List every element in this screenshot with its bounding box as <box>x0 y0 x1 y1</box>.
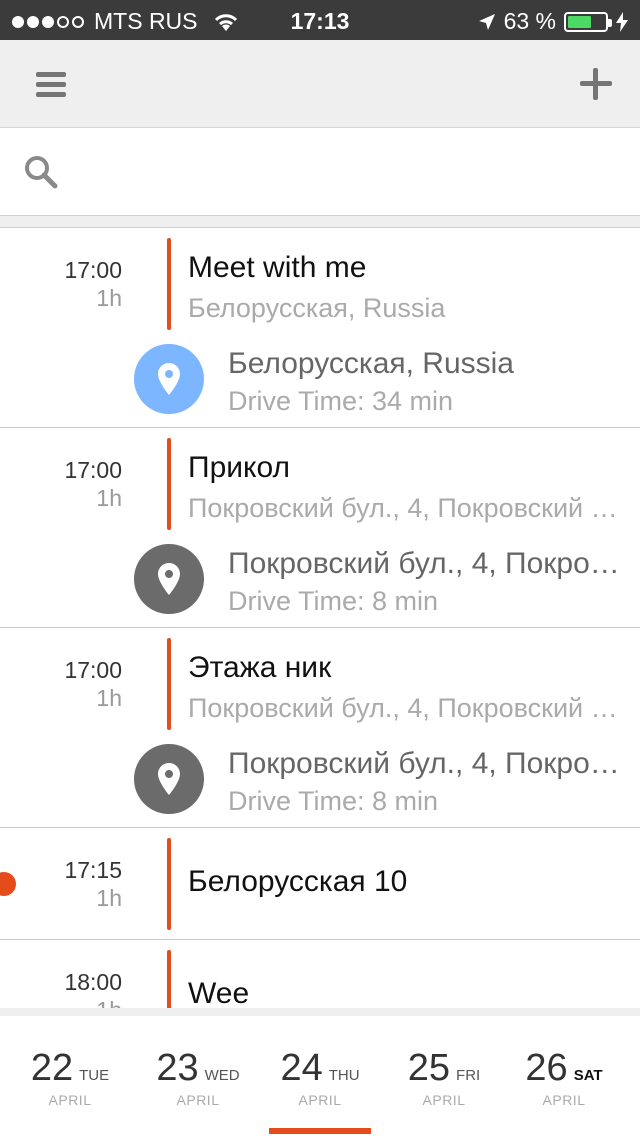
event-title: Прикол <box>188 451 290 484</box>
day-month: APRIL <box>422 1092 466 1108</box>
day-weekday: TUE <box>79 1067 110 1084</box>
day-weekday: SAT <box>573 1067 603 1084</box>
battery-icon <box>564 11 612 32</box>
day-number: 22 <box>30 1047 74 1089</box>
event-title: Meet with me <box>188 251 367 284</box>
drive-time: Drive Time: 8 min <box>228 586 439 616</box>
event-item[interactable]: 17:00 1h Meet with me Белорусская, Russi… <box>0 228 640 428</box>
charging-bolt-icon <box>616 11 628 32</box>
location-arrow-icon <box>478 13 495 30</box>
day-tab-24[interactable]: 24 THU APRIL <box>256 1046 384 1108</box>
event-color-bar <box>167 638 171 730</box>
selected-day-indicator <box>269 1128 371 1134</box>
location-name: Белорусская, Russia <box>228 347 514 380</box>
event-duration: 1h <box>96 485 122 511</box>
status-bar: MTS RUS 17:13 63 % <box>0 0 640 40</box>
day-tab-22[interactable]: 22 TUE APRIL <box>6 1046 134 1108</box>
day-weekday: WED <box>204 1067 240 1084</box>
location-pin-button[interactable] <box>134 344 204 414</box>
event-time: 17:00 <box>64 657 122 683</box>
event-color-bar <box>167 838 171 930</box>
day-number: 24 <box>280 1047 323 1089</box>
event-item[interactable]: 17:00 1h Прикол Покровский бул., 4, Покр… <box>0 428 640 628</box>
event-color-bar <box>167 950 171 1008</box>
event-time: 17:00 <box>64 257 122 283</box>
day-tab-23[interactable]: 23 WED APRIL <box>134 1046 262 1108</box>
date-selector: 22 TUE APRIL 23 WED APRIL 24 THU APRIL 2… <box>0 1008 640 1136</box>
event-time: 18:00 <box>64 969 122 995</box>
event-location: Покровский бул., 4, Покровский бул., 4 <box>188 693 628 723</box>
day-month: APRIL <box>542 1092 586 1108</box>
day-weekday: THU <box>328 1067 360 1084</box>
day-weekday: FRI <box>456 1067 481 1084</box>
search-icon <box>25 156 58 189</box>
event-duration: 1h <box>96 996 122 1008</box>
battery-fill <box>568 15 591 28</box>
location-pin-button[interactable] <box>134 544 204 614</box>
event-location: Белорусская, Russia <box>188 293 446 323</box>
drive-time: Drive Time: 34 min <box>228 386 454 416</box>
event-title: Белорусская 10 <box>188 865 408 898</box>
current-time-indicator <box>0 872 16 896</box>
day-number: 25 <box>407 1047 451 1089</box>
drive-time: Drive Time: 8 min <box>228 786 439 816</box>
search-input[interactable] <box>76 149 616 195</box>
event-color-bar <box>167 238 171 330</box>
status-right: 63 % <box>478 8 628 35</box>
map-pin-icon <box>158 763 180 795</box>
day-tab-26[interactable]: 26 SAT APRIL <box>500 1046 628 1108</box>
event-duration: 1h <box>96 885 122 911</box>
event-title: Этажа ник <box>188 651 332 684</box>
location-name: Покровский бул., 4, Покровский бул., 4 <box>228 547 628 580</box>
map-pin-icon <box>158 563 180 595</box>
event-title: Wee <box>188 977 250 1008</box>
event-location: Покровский бул., 4, Покровский бул., 4 <box>188 493 628 523</box>
divider <box>0 215 640 228</box>
day-number: 26 <box>525 1047 568 1089</box>
event-duration: 1h <box>96 285 122 311</box>
hamburger-menu-icon[interactable] <box>36 72 66 98</box>
day-month: APRIL <box>298 1092 342 1108</box>
location-pin-button[interactable] <box>134 744 204 814</box>
event-item[interactable]: 18:00 1h Wee <box>0 940 640 1008</box>
event-time: 17:00 <box>64 457 122 483</box>
day-month: APRIL <box>176 1092 220 1108</box>
event-item[interactable]: 17:00 1h Этажа ник Покровский бул., 4, П… <box>0 628 640 828</box>
location-name: Покровский бул., 4, Покровский бул., 4 <box>228 747 628 780</box>
day-number: 23 <box>156 1047 199 1089</box>
event-color-bar <box>167 438 171 530</box>
event-item[interactable]: 17:15 1h Белорусская 10 <box>0 828 640 940</box>
battery-percent: 63 % <box>503 8 556 34</box>
event-time: 17:15 <box>64 857 122 883</box>
day-month: APRIL <box>48 1092 92 1108</box>
battery-tip <box>608 18 612 27</box>
event-duration: 1h <box>96 685 122 711</box>
event-list[interactable]: 17:00 1h Meet with me Белорусская, Russi… <box>0 228 640 1008</box>
day-tab-25[interactable]: 25 FRI APRIL <box>380 1046 508 1108</box>
nav-bar <box>0 40 640 128</box>
map-pin-icon <box>158 363 180 395</box>
search-bar <box>0 129 640 215</box>
plus-icon[interactable] <box>580 68 612 100</box>
